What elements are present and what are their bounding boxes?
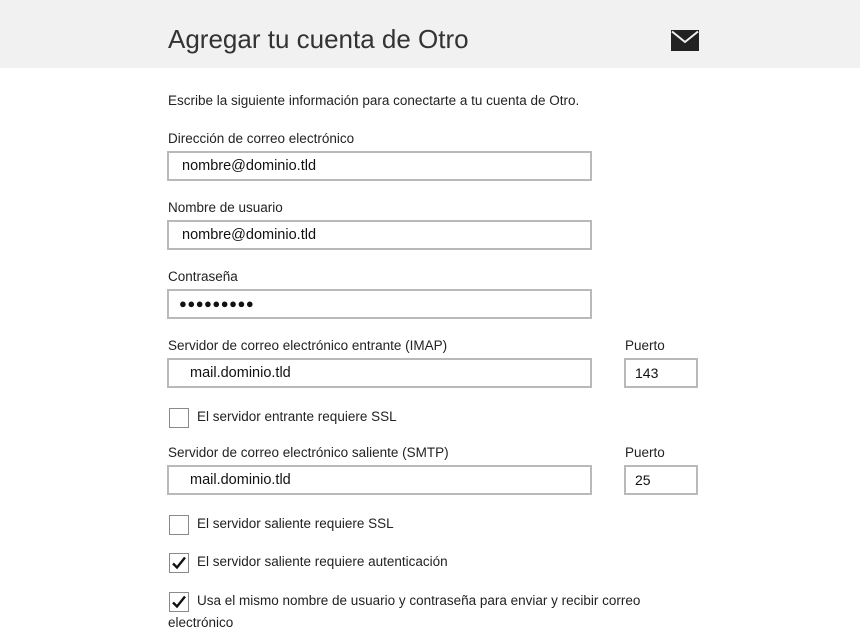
incoming-server-label: Servidor de correo electrónico entrante … [168, 338, 448, 353]
same-credentials-label-continued: electrónico [168, 615, 234, 630]
checkmark-icon [172, 556, 186, 570]
outgoing-server-value: mail.dominio.tld [190, 472, 291, 488]
outgoing-port-field[interactable]: 25 [624, 465, 698, 495]
incoming-port-value: 143 [635, 365, 659, 381]
password-value: ●●●●●●●●● [179, 296, 255, 311]
outgoing-port-value: 25 [635, 472, 651, 488]
header-bar: Agregar tu cuenta de Otro [0, 0, 860, 68]
outgoing-auth-checkbox[interactable] [169, 553, 189, 573]
incoming-ssl-checkbox[interactable] [169, 408, 189, 428]
incoming-port-label: Puerto [625, 338, 665, 353]
incoming-server-field[interactable]: mail.dominio.tld [167, 358, 592, 388]
username-value: nombre@dominio.tld [182, 227, 317, 243]
email-value: nombre@dominio.tld [182, 158, 317, 174]
password-label: Contraseña [168, 269, 238, 284]
incoming-ssl-label: El servidor entrante requiere SSL [197, 409, 397, 424]
intro-text: Escribe la siguiente información para co… [168, 93, 580, 108]
checkmark-icon [172, 595, 186, 609]
page-title: Agregar tu cuenta de Otro [168, 24, 469, 54]
email-field[interactable]: nombre@dominio.tld [167, 151, 592, 181]
username-label: Nombre de usuario [168, 200, 283, 215]
outgoing-server-field[interactable]: mail.dominio.tld [167, 465, 592, 495]
email-label: Dirección de correo electrónico [168, 131, 355, 146]
outgoing-ssl-checkbox[interactable] [169, 515, 189, 535]
incoming-server-value: mail.dominio.tld [190, 365, 291, 381]
same-credentials-label: Usa el mismo nombre de usuario y contras… [197, 593, 641, 608]
mail-icon [671, 30, 699, 51]
same-credentials-checkbox[interactable] [169, 592, 189, 612]
outgoing-server-label: Servidor de correo electrónico saliente … [168, 445, 449, 460]
outgoing-auth-label: El servidor saliente requiere autenticac… [197, 554, 448, 569]
password-field[interactable]: ●●●●●●●●● [167, 289, 592, 319]
username-field[interactable]: nombre@dominio.tld [167, 220, 592, 250]
incoming-port-field[interactable]: 143 [624, 358, 698, 388]
outgoing-port-label: Puerto [625, 445, 665, 460]
outgoing-ssl-label: El servidor saliente requiere SSL [197, 516, 394, 531]
